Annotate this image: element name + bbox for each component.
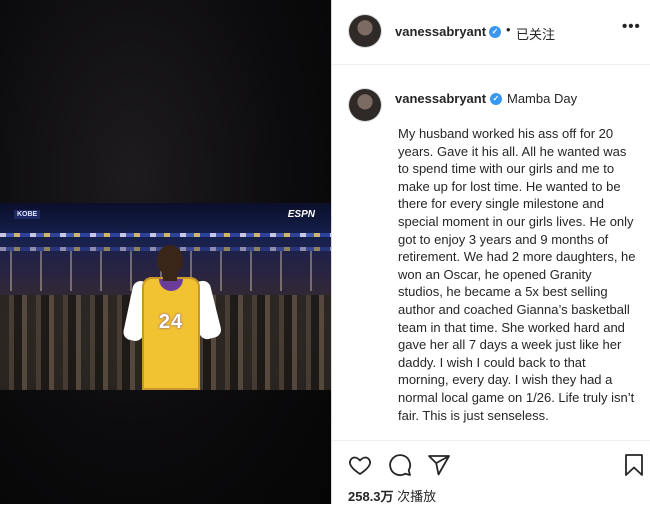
avatar[interactable] bbox=[349, 15, 381, 47]
follow-status-button[interactable]: 已关注 bbox=[516, 24, 555, 43]
view-count-label: 次播放 bbox=[393, 489, 437, 504]
player-figure: 24 bbox=[121, 245, 223, 390]
player-head bbox=[157, 245, 183, 275]
header-username[interactable]: vanessabryant bbox=[395, 24, 486, 39]
post-side-panel: vanessabryant ✓ • 已关注 ••• vanessabryant … bbox=[331, 0, 650, 504]
broadcast-logo-left: KOBE bbox=[14, 210, 41, 219]
more-options-icon[interactable]: ••• bbox=[622, 18, 641, 35]
caption-username[interactable]: vanessabryant bbox=[395, 91, 486, 106]
post-header: vanessabryant ✓ • 已关注 ••• bbox=[332, 0, 650, 65]
jersey-number: 24 bbox=[158, 311, 184, 333]
bookmark-icon[interactable] bbox=[622, 453, 646, 477]
share-icon[interactable] bbox=[427, 453, 451, 477]
player-jersey: 24 bbox=[142, 277, 200, 390]
arena-ribbon-board bbox=[0, 233, 331, 237]
video-frame: KOBE ESPN 24 bbox=[0, 203, 331, 390]
comment-icon[interactable] bbox=[388, 453, 412, 477]
action-bar: 258.3万 次播放 bbox=[332, 440, 650, 505]
broadcast-logo-espn: ESPN bbox=[287, 209, 315, 220]
video-player[interactable]: KOBE ESPN 24 bbox=[0, 0, 331, 504]
caption-title: Mamba Day bbox=[507, 91, 578, 106]
view-count: 258.3万 次播放 bbox=[348, 486, 436, 505]
verified-badge-icon: ✓ bbox=[489, 26, 501, 38]
avatar[interactable] bbox=[349, 89, 381, 121]
caption-section: vanessabryant ✓ Mamba Day My husband wor… bbox=[332, 65, 650, 439]
verified-badge-icon: ✓ bbox=[490, 93, 502, 105]
heart-icon[interactable] bbox=[348, 453, 372, 477]
caption-text: My husband worked his ass off for 20 yea… bbox=[398, 126, 636, 423]
separator-dot: • bbox=[506, 22, 511, 37]
view-count-number: 258.3万 bbox=[348, 489, 394, 504]
